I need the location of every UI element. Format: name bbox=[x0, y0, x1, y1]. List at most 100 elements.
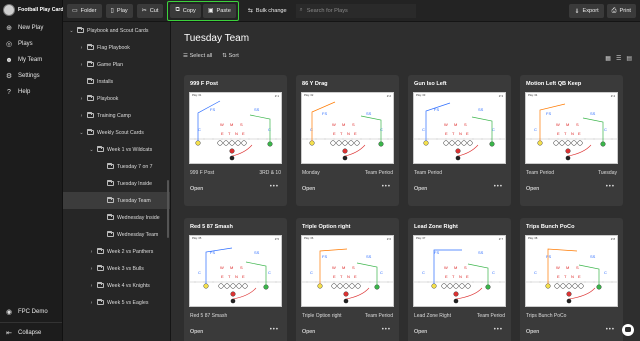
offense-player bbox=[443, 140, 449, 146]
more-options-icon[interactable]: ••• bbox=[270, 327, 279, 333]
tree-item-label: Tuesday Team bbox=[117, 197, 151, 204]
tree-item[interactable]: › Week 5 vs Eagles bbox=[63, 294, 170, 311]
search-box: ⌕ bbox=[295, 3, 416, 18]
tree-item[interactable]: Wednesday Inside bbox=[63, 209, 170, 226]
sort-button[interactable]: ⇅ Sort bbox=[222, 53, 239, 59]
tree-item[interactable]: › Week 3 vs Bulls bbox=[63, 260, 170, 277]
nav-item-settings[interactable]: ⚙ Settings bbox=[0, 68, 62, 84]
chevron-right-icon[interactable]: › bbox=[79, 45, 84, 51]
chevron-right-icon[interactable]: › bbox=[79, 96, 84, 102]
tree-item[interactable]: › Training Camp bbox=[63, 107, 170, 124]
more-options-icon[interactable]: ••• bbox=[606, 184, 615, 190]
more-options-icon[interactable]: ••• bbox=[382, 327, 391, 333]
open-play-button[interactable]: Open bbox=[302, 186, 315, 192]
tree-item[interactable]: Tuesday Team bbox=[63, 192, 170, 209]
play-diagram[interactable]: E T N E W M S FS SS C C Play: 01 # 1 bbox=[189, 92, 282, 164]
export-button[interactable]: ⇓ Export bbox=[569, 4, 604, 18]
folder-icon bbox=[97, 146, 104, 152]
tree-item[interactable]: Wednesday Team bbox=[63, 226, 170, 243]
chevron-right-icon[interactable]: › bbox=[89, 249, 94, 255]
chevron-right-icon[interactable]: › bbox=[79, 62, 84, 68]
play-diagram[interactable]: E T N E W M S FS SS C C Play: 03 # 3 bbox=[413, 92, 506, 164]
nav-item-help[interactable]: ? Help bbox=[0, 84, 62, 100]
play-card[interactable]: Lead Zone Right E T N E W M S FS SS C C Play: 07 # 7L… bbox=[408, 218, 511, 341]
tree-item[interactable]: › Game Plan bbox=[63, 56, 170, 73]
chat-icon[interactable] bbox=[622, 324, 634, 336]
play-card[interactable]: Triple Option right E T N E W M S FS SS C C Play: 06… bbox=[296, 218, 399, 341]
compact-view-icon[interactable]: ▤ bbox=[626, 55, 632, 62]
tree-item[interactable]: › Week 2 vs Panthers bbox=[63, 243, 170, 260]
tree-item[interactable]: Installs bbox=[63, 73, 170, 90]
offense-player bbox=[461, 140, 467, 146]
play-card[interactable]: 86 Y Drag E T N E W M S FS SS C C Play: 02 # 2 Monday T… bbox=[296, 75, 399, 206]
more-options-icon[interactable]: ••• bbox=[382, 184, 391, 190]
copy-button[interactable]: ⧉ Copy bbox=[170, 3, 201, 18]
open-play-button[interactable]: Open bbox=[190, 329, 203, 335]
corner-label: C bbox=[310, 127, 313, 132]
chevron-right-icon[interactable]: › bbox=[89, 283, 94, 289]
linebacker-label: M bbox=[230, 265, 233, 270]
more-options-icon[interactable]: ••• bbox=[606, 327, 615, 333]
open-play-button[interactable]: Open bbox=[414, 329, 427, 335]
play-diagram[interactable]: E T N E W M S FS SS C C Play: 02 # 2 bbox=[301, 92, 394, 164]
chevron-down-icon[interactable]: ⌄ bbox=[89, 147, 94, 153]
tree-item[interactable]: Tuesday Inside bbox=[63, 175, 170, 192]
printer-icon: ⎙ bbox=[611, 7, 617, 14]
paste-button[interactable]: ▣ Paste bbox=[202, 3, 236, 18]
offense-player bbox=[560, 283, 566, 289]
play-card[interactable]: 999 F Post E T N E W M S FS SS C C Play: 01 # 1 999 F … bbox=[184, 75, 287, 206]
print-button[interactable]: ⎙ Print bbox=[606, 4, 636, 18]
chevron-right-icon[interactable]: › bbox=[89, 300, 94, 306]
open-play-button[interactable]: Open bbox=[526, 186, 539, 192]
tree-item[interactable]: › Flag Playbook bbox=[63, 39, 170, 56]
account-item[interactable]: ◉ FPC Demo bbox=[0, 304, 62, 320]
corner-label: C bbox=[268, 270, 271, 275]
open-play-button[interactable]: Open bbox=[414, 186, 427, 192]
bulk-change-button[interactable]: ⇆ Bulk change bbox=[243, 4, 292, 18]
tree-item[interactable]: › Week 4 vs Knights bbox=[63, 277, 170, 294]
play-card-tag: Trips Bunch PoCo bbox=[526, 313, 567, 319]
offense-player bbox=[349, 283, 355, 289]
tree-item[interactable]: ⌄ Playbook and Scout Cards bbox=[63, 22, 170, 39]
chevron-right-icon[interactable]: › bbox=[89, 266, 94, 272]
defender-label: E bbox=[242, 274, 245, 279]
more-options-icon[interactable]: ••• bbox=[494, 327, 503, 333]
cut-button[interactable]: ✂ Cut bbox=[136, 3, 164, 18]
list-view-icon[interactable]: ☰ bbox=[616, 55, 621, 62]
chevron-down-icon[interactable]: ⌄ bbox=[69, 28, 74, 34]
route-line bbox=[567, 144, 592, 157]
more-options-icon[interactable]: ••• bbox=[270, 184, 279, 190]
play-card[interactable]: Gun Iso Left E T N E W M S FS SS C C Play: 03 # 3 Team… bbox=[408, 75, 511, 206]
nav-item-plays[interactable]: ◎ Plays bbox=[0, 36, 62, 52]
search-input[interactable] bbox=[306, 7, 407, 14]
open-play-button[interactable]: Open bbox=[190, 186, 203, 192]
collapse-button[interactable]: ⇤ Collapse bbox=[0, 325, 62, 341]
new-folder-button[interactable]: ▭ Folder bbox=[67, 3, 102, 18]
tree-item[interactable]: Tuesday 7 on 7 bbox=[63, 158, 170, 175]
play-diagram[interactable]: E T N E W M S FS SS C C Play: 06 # 6 bbox=[301, 235, 394, 307]
open-play-button[interactable]: Open bbox=[526, 329, 539, 335]
nav-item-my-team[interactable]: ☻ My Team bbox=[0, 52, 62, 68]
chevron-right-icon[interactable]: › bbox=[79, 113, 84, 119]
play-diagram[interactable]: E T N E W M S FS SS C C Play: 08 # 8 bbox=[525, 235, 618, 307]
grid-view-icon[interactable]: ▦ bbox=[605, 55, 611, 62]
tree-item[interactable]: › Playbook bbox=[63, 90, 170, 107]
new-play-button[interactable]: ▯ Play bbox=[105, 3, 133, 18]
open-play-button[interactable]: Open bbox=[302, 329, 315, 335]
defender-label: T bbox=[228, 274, 231, 279]
select-all-button[interactable]: ☰ Select all bbox=[183, 53, 212, 59]
play-card[interactable]: Motion Left QB Keep E T N E W M S FS SS C C Play: 04… bbox=[520, 75, 623, 206]
more-options-icon[interactable]: ••• bbox=[494, 184, 503, 190]
play-card[interactable]: Red 5 87 Smash E T N E W M S FS SS C C Play: 05 # 5 Re… bbox=[184, 218, 287, 341]
tree-item[interactable]: ⌄ Week 1 vs Wildcats bbox=[63, 141, 170, 158]
play-diagram[interactable]: E T N E W M S FS SS C C Play: 04 # 4 bbox=[525, 92, 618, 164]
play-diagram[interactable]: E T N E W M S FS SS C C Play: 05 # 5 bbox=[189, 235, 282, 307]
play-diagram-header: Play: 06 bbox=[304, 237, 314, 240]
play-card[interactable]: Trips Bunch PoCo E T N E W M S FS SS C C Play: 08 # 8… bbox=[520, 218, 623, 341]
nav-item-new-play[interactable]: ⊕ New Play bbox=[0, 20, 62, 36]
tree-scrollbar[interactable] bbox=[167, 180, 169, 238]
tree-item[interactable]: ⌄ Weekly Scout Cards bbox=[63, 124, 170, 141]
defender-label: T bbox=[452, 274, 455, 279]
chevron-down-icon[interactable]: ⌄ bbox=[79, 130, 84, 136]
play-diagram[interactable]: E T N E W M S FS SS C C Play: 07 # 7 bbox=[413, 235, 506, 307]
